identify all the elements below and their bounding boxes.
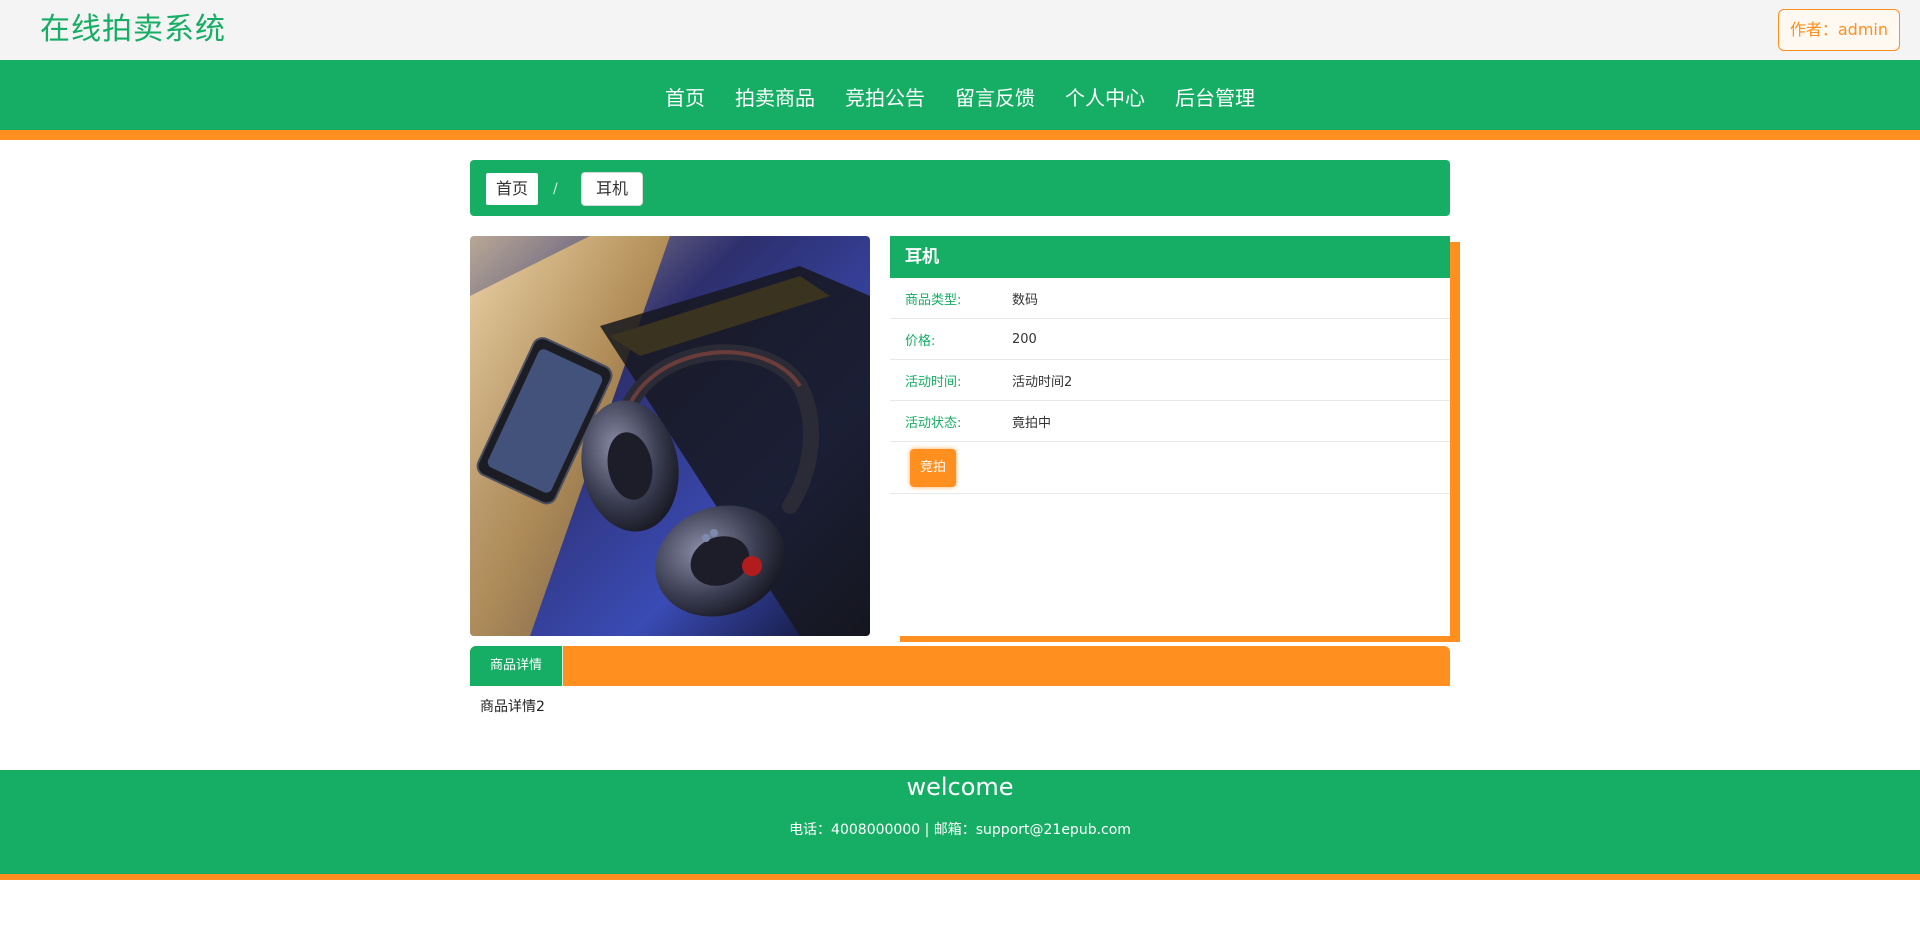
info-row-activity-time: 活动时间: 活动时间2 [890,360,1450,401]
info-value: 数码 [1012,292,1039,308]
author-button[interactable]: 作者：admin [1777,9,1900,51]
info-label: 活动状态: [905,415,962,431]
info-label: 活动时间: [905,374,962,390]
breadcrumb-home-link[interactable]: 首页 [486,173,539,205]
headphones-icon [470,236,870,636]
info-value: 竟拍中 [1012,415,1052,431]
info-value: 活动时间2 [1012,374,1073,390]
nav-item-home[interactable]: 首页 [650,80,720,140]
footer-contact: 电话：4008000000 | 邮箱：support@21epub.com [789,822,1131,838]
product-details-content: 商品详情2 [480,699,545,715]
nav-item-bid-announcements[interactable]: 竞拍公告 [830,80,940,140]
breadcrumb-current[interactable]: 耳机 [581,172,644,206]
nav-item-personal-center[interactable]: 个人中心 [1050,80,1160,140]
bid-button[interactable]: 竞拍 [910,448,957,487]
main-nav: 首页 拍卖商品 竞拍公告 留言反馈 个人中心 后台管理 [0,60,1920,140]
breadcrumb-separator: / [553,181,558,197]
info-row-activity-status: 活动状态: 竟拍中 [890,401,1450,442]
site-title[interactable]: 在线拍卖系统 [40,10,226,50]
nav-item-feedback[interactable]: 留言反馈 [940,80,1050,140]
nav-item-admin[interactable]: 后台管理 [1160,80,1270,140]
info-actions: 竞拍 [890,442,1450,494]
info-row-type: 商品类型: 数码 [890,278,1450,319]
nav-item-auction-goods[interactable]: 拍卖商品 [720,80,830,140]
footer: welcome 电话：4008000000 | 邮箱：support@21epu… [0,770,1920,880]
breadcrumb: 首页 / 耳机 [470,160,1450,216]
product-name: 耳机 [890,236,1450,278]
info-value: 200 [1012,331,1037,347]
info-label: 商品类型: [905,292,962,308]
nav-list: 首页 拍卖商品 竞拍公告 留言反馈 个人中心 后台管理 [0,60,1920,140]
footer-welcome: welcome [906,773,1014,801]
details-tabs-bar: 商品详情 [470,646,1450,686]
tab-product-details[interactable]: 商品详情 [470,646,563,686]
info-row-price: 价格: 200 [890,319,1450,360]
info-label: 价格: [905,333,936,349]
top-bar: 在线拍卖系统 作者：admin [0,0,1920,60]
product-info-card: 耳机 商品类型: 数码 价格: 200 活动时间: 活动时间2 活动状态: 竟拍… [890,236,1450,636]
headphones-product-image [470,236,870,636]
